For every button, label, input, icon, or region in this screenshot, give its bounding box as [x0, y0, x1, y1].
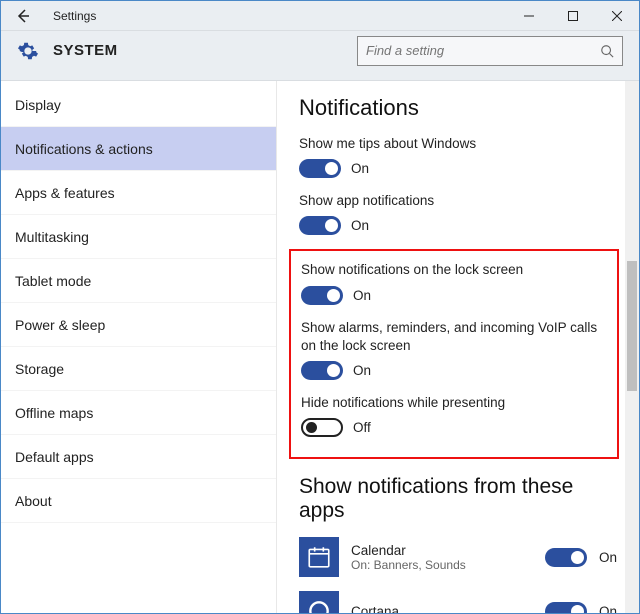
close-icon [612, 11, 622, 21]
header: SYSTEM [1, 31, 639, 81]
maximize-button[interactable] [551, 1, 595, 31]
toggle-state: On [599, 604, 617, 613]
close-button[interactable] [595, 1, 639, 31]
setting-label: Show me tips about Windows [299, 135, 617, 153]
toggle-state: On [599, 550, 617, 565]
maximize-icon [568, 11, 578, 21]
setting-label: Show alarms, reminders, and incoming VoI… [301, 319, 607, 355]
minimize-icon [524, 11, 534, 21]
setting-label: Show app notifications [299, 192, 617, 210]
content: Notifications Show me tips about Windows… [277, 81, 625, 613]
app-meta: Calendar On: Banners, Sounds [351, 543, 466, 572]
back-button[interactable] [9, 2, 37, 30]
setting-alarms-lockscreen: Show alarms, reminders, and incoming VoI… [301, 319, 607, 380]
sidebar-item-label: Power & sleep [15, 317, 105, 333]
vertical-scrollbar[interactable] [625, 81, 639, 613]
sidebar-item-label: Storage [15, 361, 64, 377]
sidebar-item-about[interactable]: About [1, 479, 276, 523]
sidebar-item-tablet-mode[interactable]: Tablet mode [1, 259, 276, 303]
search-box[interactable] [357, 36, 623, 66]
app-name: Calendar [351, 543, 466, 558]
sidebar-item-apps-features[interactable]: Apps & features [1, 171, 276, 215]
search-input[interactable] [366, 43, 600, 58]
sidebar: Display Notifications & actions Apps & f… [1, 81, 277, 613]
sidebar-item-label: Offline maps [15, 405, 93, 421]
setting-lockscreen-notifications: Show notifications on the lock screen On [301, 261, 607, 304]
sidebar-item-power-sleep[interactable]: Power & sleep [1, 303, 276, 347]
toggle-state: On [351, 218, 369, 233]
setting-label: Hide notifications while presenting [301, 394, 607, 412]
window-title: Settings [53, 9, 96, 23]
toggle-state: On [351, 161, 369, 176]
toggle-state: Off [353, 420, 371, 435]
app-meta: Cortana [351, 604, 399, 613]
setting-hide-presenting: Hide notifications while presenting Off [301, 394, 607, 437]
system-label: SYSTEM [53, 42, 118, 59]
gear-icon [17, 40, 39, 62]
sidebar-item-label: Notifications & actions [15, 141, 153, 157]
titlebar: Settings [1, 1, 639, 31]
highlighted-box: Show notifications on the lock screen On… [289, 249, 619, 459]
toggle-app-cortana[interactable] [545, 602, 587, 613]
content-wrap: Notifications Show me tips about Windows… [277, 81, 639, 613]
sidebar-item-label: Display [15, 97, 61, 113]
cortana-icon [299, 591, 339, 613]
app-row-cortana[interactable]: Cortana On [299, 591, 617, 613]
sidebar-item-storage[interactable]: Storage [1, 347, 276, 391]
sidebar-item-label: About [15, 493, 52, 509]
sidebar-item-multitasking[interactable]: Multitasking [1, 215, 276, 259]
toggle-app-notifications[interactable] [299, 216, 341, 235]
scrollbar-thumb[interactable] [627, 261, 637, 391]
toggle-app-calendar[interactable] [545, 548, 587, 567]
toggle-tips[interactable] [299, 159, 341, 178]
sidebar-item-label: Apps & features [15, 185, 115, 201]
app-name: Cortana [351, 604, 399, 613]
section-title-notifications: Notifications [299, 95, 617, 121]
settings-window: Settings SYSTEM Display Notifications & … [0, 0, 640, 614]
sidebar-item-label: Default apps [15, 449, 94, 465]
toggle-state: On [353, 288, 371, 303]
app-sub: On: Banners, Sounds [351, 558, 466, 572]
sidebar-item-notifications-actions[interactable]: Notifications & actions [1, 127, 276, 171]
calendar-icon [299, 537, 339, 577]
search-icon [600, 44, 614, 58]
toggle-state: On [353, 363, 371, 378]
sidebar-item-display[interactable]: Display [1, 83, 276, 127]
toggle-hide-presenting[interactable] [301, 418, 343, 437]
setting-label: Show notifications on the lock screen [301, 261, 607, 279]
setting-tips: Show me tips about Windows On [299, 135, 617, 178]
sidebar-item-default-apps[interactable]: Default apps [1, 435, 276, 479]
setting-app-notifications: Show app notifications On [299, 192, 617, 235]
toggle-lockscreen-notifications[interactable] [301, 286, 343, 305]
sidebar-item-offline-maps[interactable]: Offline maps [1, 391, 276, 435]
body: Display Notifications & actions Apps & f… [1, 81, 639, 613]
section-title-apps: Show notifications from these apps [299, 475, 617, 523]
minimize-button[interactable] [507, 1, 551, 31]
toggle-alarms-lockscreen[interactable] [301, 361, 343, 380]
sidebar-item-label: Tablet mode [15, 273, 91, 289]
back-arrow-icon [15, 8, 31, 24]
sidebar-item-label: Multitasking [15, 229, 89, 245]
app-row-calendar[interactable]: Calendar On: Banners, Sounds On [299, 537, 617, 577]
